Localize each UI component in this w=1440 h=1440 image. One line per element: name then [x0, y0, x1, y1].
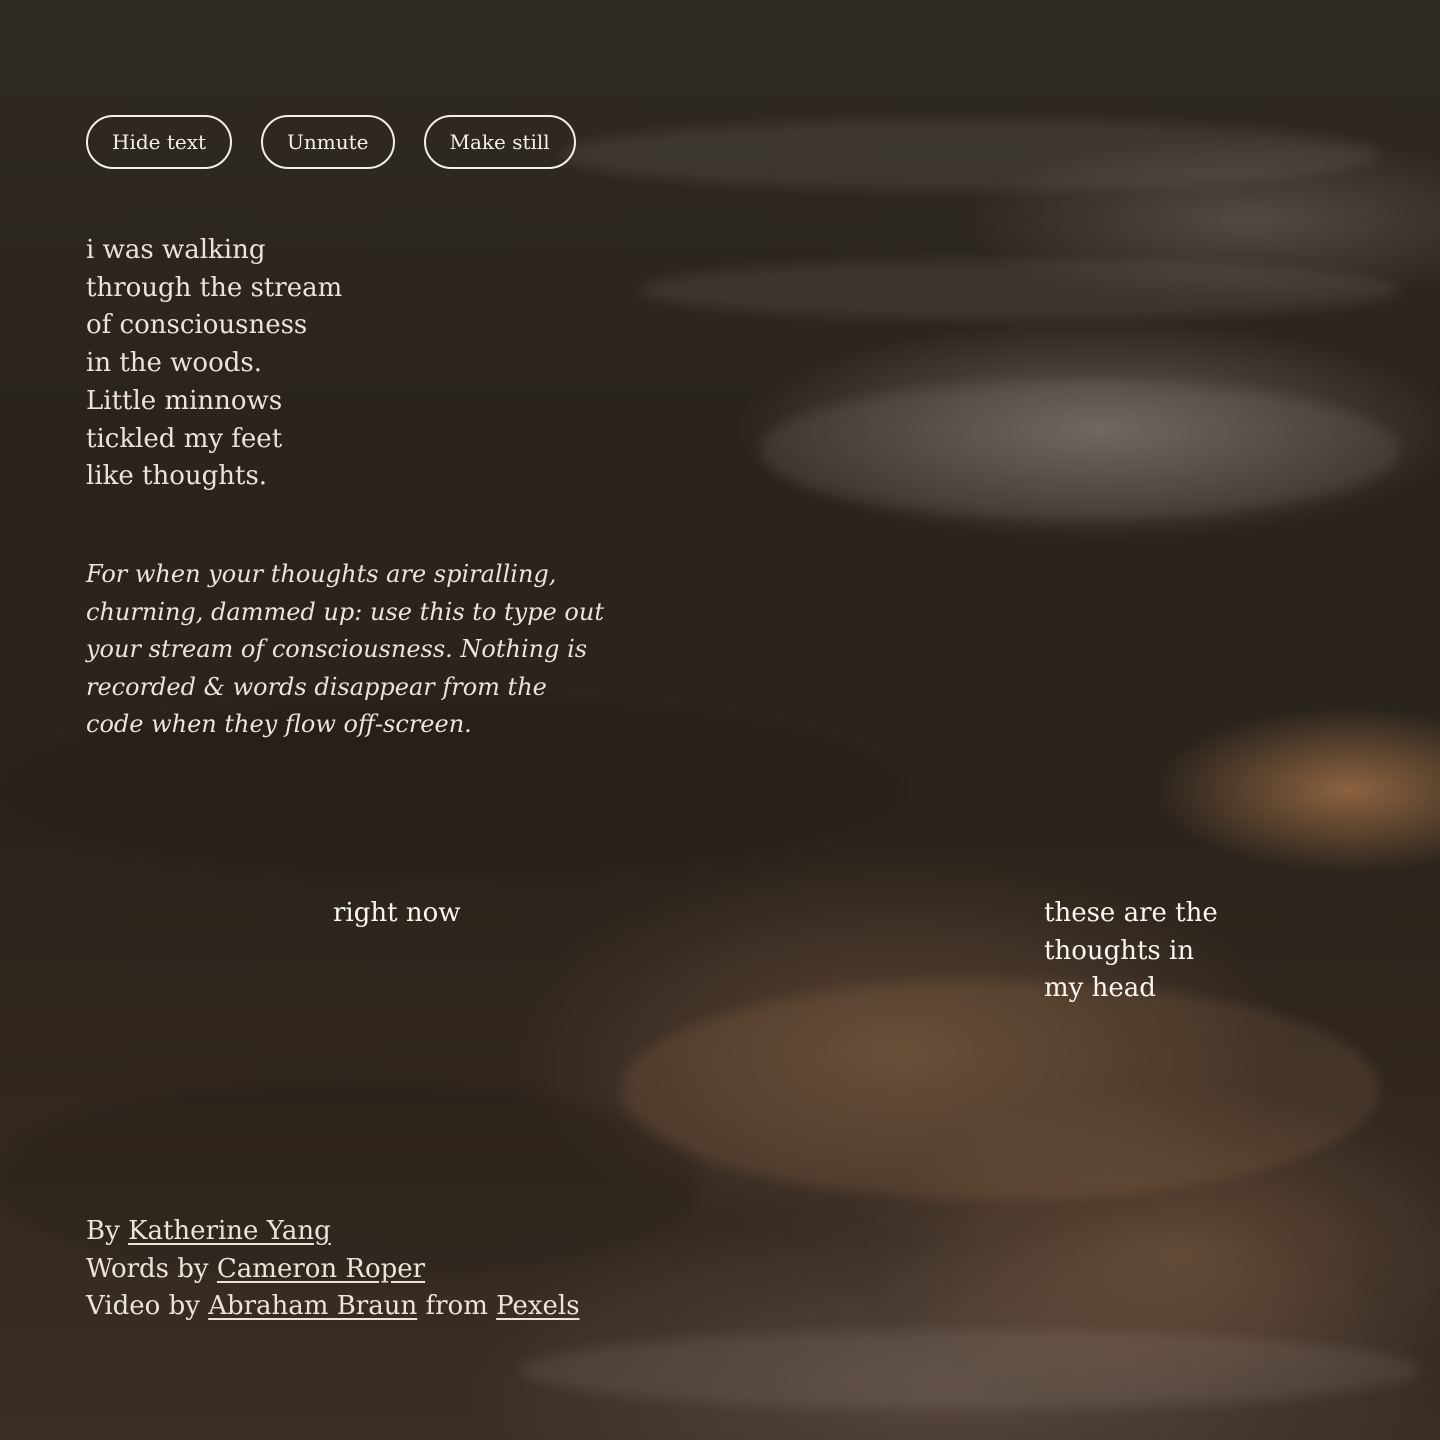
water-ripple [520, 1330, 1420, 1410]
credit-label: from [425, 1291, 488, 1322]
credit-row-words: Words by Cameron Roper [86, 1251, 580, 1289]
poem-line: tickled my feet [86, 423, 283, 454]
water-ripple [760, 380, 1400, 520]
water-ripple [560, 120, 1380, 190]
water-ripple [620, 980, 1380, 1200]
poem-line: through the stream [86, 272, 343, 303]
water-ripple [640, 260, 1400, 320]
make-still-button[interactable]: Make still [423, 115, 576, 169]
credit-row-video: Video by Abraham Braun from Pexels [86, 1288, 580, 1326]
author-link[interactable]: Katherine Yang [128, 1216, 331, 1246]
poem-line: Little minnows [86, 385, 283, 416]
video-author-link[interactable]: Abraham Braun [208, 1291, 417, 1321]
poem-line: of consciousness [86, 310, 308, 341]
unmute-button[interactable]: Unmute [261, 115, 395, 169]
floating-thought-text: these are the thoughts in my head [1044, 898, 1218, 1004]
poem-line: like thoughts. [86, 461, 268, 492]
intro-poem: i was walking through the stream of cons… [86, 232, 342, 496]
words-author-link[interactable]: Cameron Roper [217, 1254, 425, 1284]
pexels-link[interactable]: Pexels [496, 1291, 579, 1321]
poem-line: i was walking [86, 235, 266, 265]
credits: By Katherine Yang Words by Cameron Roper… [86, 1213, 580, 1326]
credit-row-author: By Katherine Yang [86, 1213, 580, 1251]
credit-label: Words by [86, 1253, 209, 1284]
credit-label: Video by [86, 1291, 200, 1322]
controls-bar: Hide text Unmute Make still [86, 115, 576, 169]
hide-text-button[interactable]: Hide text [86, 115, 233, 169]
instructions-note: For when your thoughts are spiralling, c… [86, 560, 604, 738]
credit-label: By [86, 1216, 120, 1246]
floating-thought-text: right now [333, 898, 461, 928]
poem-line: in the woods. [86, 348, 262, 379]
